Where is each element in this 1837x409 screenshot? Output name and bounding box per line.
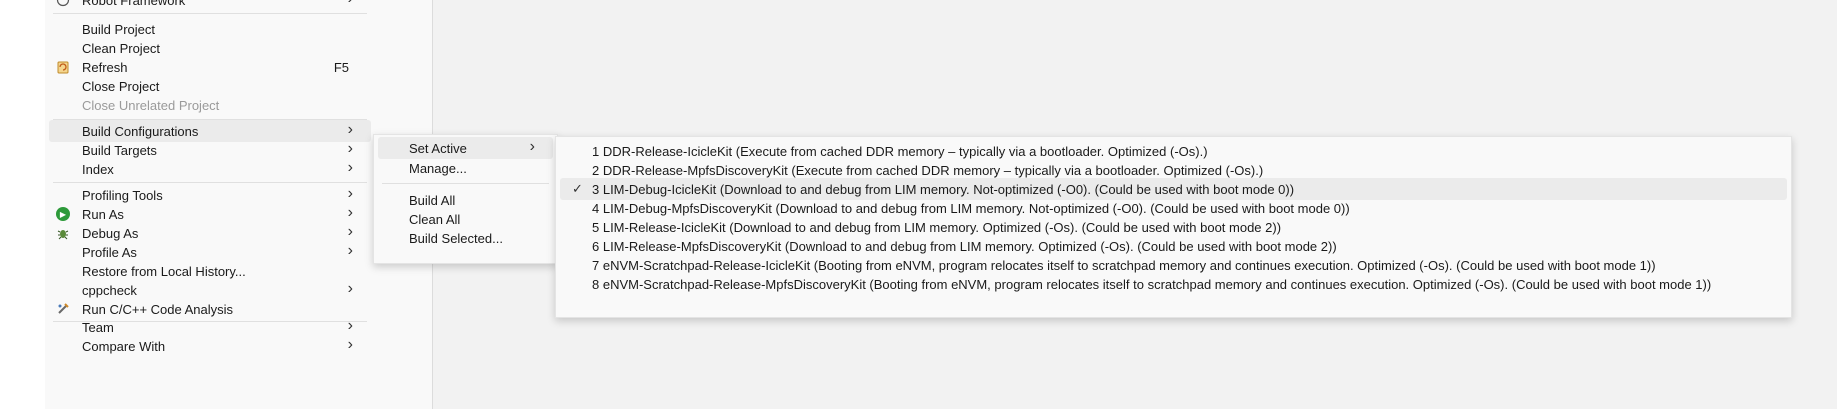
bug-icon: [55, 225, 71, 241]
submenu-arrow-icon: ›: [347, 185, 353, 202]
menu-item-label: Debug As: [82, 226, 139, 241]
menu-item-label: Refresh: [82, 60, 128, 75]
menu-item-label: Clean Project: [82, 41, 161, 56]
menu-item-label: Run C/C++ Code Analysis: [82, 302, 234, 317]
menu-item-label: 5 LIM-Release-IcicleKit (Download to and…: [592, 220, 1282, 235]
menu-item-label: 8 eNVM-Scratchpad-Release-MpfsDiscoveryK…: [592, 277, 1712, 292]
menu-separator: [53, 182, 367, 183]
menu-item-label: Robot Framework: [82, 0, 186, 8]
menu-item-label: Team: [82, 320, 114, 335]
menu-item-label: 7 eNVM-Scratchpad-Release-IcicleKit (Boo…: [592, 258, 1656, 273]
run-icon: ▶: [55, 206, 71, 222]
menu-item-label: Index: [82, 162, 114, 177]
build-config-option[interactable]: 8 eNVM-Scratchpad-Release-MpfsDiscoveryK…: [560, 273, 1787, 295]
project-context-menu: Robot Framework › Build Project Clean Pr…: [45, 0, 376, 409]
submenu-arrow-icon: ›: [347, 159, 353, 176]
menu-item-label: 6 LIM-Release-MpfsDiscoveryKit (Download…: [592, 239, 1337, 254]
menu-item-robot-framework[interactable]: Robot Framework ›: [49, 0, 371, 11]
submenu-arrow-icon: ›: [529, 138, 535, 155]
workspace-left-edge: [0, 0, 45, 409]
menu-item-label: cppcheck: [82, 283, 137, 298]
checkmark-icon: ✓: [572, 181, 583, 196]
menu-item-compare-with[interactable]: Compare With ›: [49, 335, 371, 357]
submenu-arrow-icon: ›: [347, 140, 353, 157]
menu-item-label: Profiling Tools: [82, 188, 163, 203]
submenu-arrow-icon: ›: [347, 223, 353, 240]
submenu-arrow-icon: ›: [347, 336, 353, 353]
menu-item-label: Compare With: [82, 339, 166, 354]
menu-separator: [382, 183, 549, 184]
menu-item-label: Close Unrelated Project: [82, 98, 220, 113]
menu-item-label: 2 DDR-Release-MpfsDiscoveryKit (Execute …: [592, 163, 1264, 178]
menu-item-label: Build Selected...: [409, 231, 503, 246]
menu-item-set-active[interactable]: Set Active ›: [378, 137, 553, 159]
menu-item-label: Build Project: [82, 22, 155, 37]
menu-item-label: 1 DDR-Release-IcicleKit (Execute from ca…: [592, 144, 1208, 159]
menu-item-build-selected[interactable]: Build Selected...: [378, 227, 553, 249]
submenu-arrow-icon: ›: [347, 280, 353, 297]
build-configurations-submenu: Set Active › Manage... Build All Clean A…: [373, 134, 558, 264]
menu-item-index[interactable]: Index ›: [49, 158, 371, 180]
menu-item-label: Build All: [409, 193, 456, 208]
menu-item-manage[interactable]: Manage...: [378, 157, 553, 179]
menu-item-label: Clean All: [409, 212, 461, 227]
robot-icon: [55, 0, 71, 8]
menu-item-label: Restore from Local History...: [82, 264, 246, 279]
submenu-arrow-icon: ›: [347, 242, 353, 259]
menu-item-label: Build Configurations: [82, 124, 199, 139]
menu-item-label: 4 LIM-Debug-MpfsDiscoveryKit (Download t…: [592, 201, 1350, 216]
menu-separator: [53, 13, 367, 14]
menu-item-label: 3 LIM-Debug-IcicleKit (Download to and d…: [592, 182, 1295, 197]
set-active-submenu: 1 DDR-Release-IcicleKit (Execute from ca…: [555, 136, 1792, 318]
shortcut-label: F5: [333, 60, 349, 75]
menu-item-label: Manage...: [409, 161, 467, 176]
menu-item-label: Set Active: [409, 141, 467, 156]
menu-item-label: Close Project: [82, 79, 160, 94]
refresh-icon: [55, 59, 71, 75]
menu-item-label: Build Targets: [82, 143, 157, 158]
menu-item-close-unrelated-project: Close Unrelated Project: [49, 94, 371, 116]
submenu-arrow-icon: ›: [347, 204, 353, 221]
submenu-arrow-icon: ›: [348, 0, 353, 8]
menu-item-label: Run As: [82, 207, 124, 222]
code-analysis-icon: [55, 301, 71, 317]
submenu-arrow-icon: ›: [347, 121, 353, 138]
menu-item-label: Profile As: [82, 245, 137, 260]
submenu-arrow-icon: ›: [347, 317, 353, 334]
